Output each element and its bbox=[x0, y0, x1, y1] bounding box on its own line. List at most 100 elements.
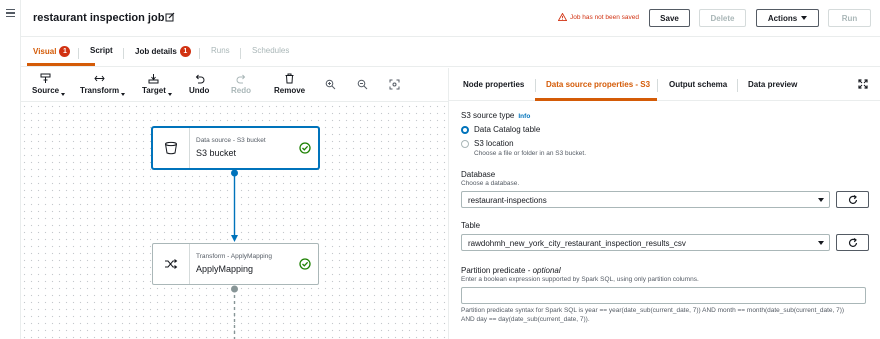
tab-data-source-properties[interactable]: Data source properties - S3 bbox=[546, 80, 650, 89]
unsaved-warning: Job has not been saved bbox=[558, 13, 639, 21]
expand-icon[interactable] bbox=[858, 79, 868, 89]
table-label: Table bbox=[461, 221, 481, 230]
edit-title-icon[interactable] bbox=[165, 12, 175, 22]
check-circle-icon bbox=[299, 142, 311, 154]
caret-down-icon bbox=[801, 16, 808, 20]
tab-script[interactable]: Script bbox=[90, 46, 113, 55]
canvas-toolbar: Source Transform Target Undo Redo Remove bbox=[21, 68, 448, 102]
caret-down-icon bbox=[121, 93, 126, 96]
target-label: Target bbox=[142, 86, 166, 95]
database-description: Choose a database. bbox=[461, 180, 520, 187]
job-header: restaurant inspection job Job has not be… bbox=[21, 0, 880, 37]
remove-label: Remove bbox=[274, 86, 306, 95]
table-value: rawdohmh_new_york_city_restaurant_inspec… bbox=[468, 239, 686, 248]
tab-job-details[interactable]: Job details 1 bbox=[135, 46, 191, 57]
database-label: Database bbox=[461, 170, 496, 179]
target-icon bbox=[148, 74, 159, 84]
panel-divider[interactable] bbox=[448, 68, 449, 339]
active-tab-indicator bbox=[27, 63, 95, 66]
caret-down-icon bbox=[818, 198, 824, 202]
s3-location-description: Choose a file or folder in an S3 bucket. bbox=[474, 150, 587, 157]
job-title: restaurant inspection job bbox=[33, 12, 165, 24]
tab-node-properties[interactable]: Node properties bbox=[463, 80, 524, 89]
tab-divider bbox=[123, 48, 124, 59]
fit-to-screen-icon[interactable] bbox=[389, 79, 400, 90]
remove-button[interactable]: Remove bbox=[274, 73, 305, 95]
radio-s3-location[interactable]: S3 location bbox=[461, 139, 514, 148]
tab-schedules[interactable]: Schedules bbox=[252, 46, 289, 55]
database-value: restaurant-inspections bbox=[468, 196, 547, 205]
node-icon-cell bbox=[153, 128, 190, 168]
trash-icon bbox=[285, 73, 294, 84]
warning-icon bbox=[558, 13, 567, 21]
node-s3-bucket[interactable]: Data source - S3 bucket S3 bucket bbox=[152, 127, 319, 169]
radio-label: S3 location bbox=[474, 139, 514, 148]
partition-hint-line-2: AND day == day(date_sub(current_date, 7)… bbox=[461, 316, 590, 323]
target-button[interactable]: Target bbox=[142, 73, 172, 96]
source-icon bbox=[40, 73, 51, 83]
check-circle-icon bbox=[299, 258, 311, 270]
warning-text: Job has not been saved bbox=[570, 13, 640, 21]
tab-divider bbox=[657, 79, 658, 92]
tab-divider bbox=[240, 48, 241, 59]
transform-button[interactable]: Transform bbox=[80, 73, 126, 96]
radio-unselected[interactable] bbox=[461, 139, 469, 148]
caret-down-icon bbox=[818, 241, 824, 245]
delete-button[interactable]: Delete bbox=[699, 9, 746, 27]
save-button[interactable]: Save bbox=[649, 9, 690, 27]
source-label: Source bbox=[32, 86, 60, 95]
tab-divider bbox=[78, 48, 79, 59]
redo-icon bbox=[236, 74, 245, 84]
zoom-out-icon[interactable] bbox=[357, 79, 368, 90]
refresh-database-button[interactable] bbox=[836, 191, 869, 208]
bucket-icon bbox=[165, 141, 177, 155]
job-tabs: Visual 1 Script Job details 1 Runs Sched… bbox=[21, 37, 880, 67]
partition-label-text: Partition predicate bbox=[461, 266, 526, 275]
partition-predicate-label: Partition predicate - optional bbox=[461, 266, 561, 275]
radio-data-catalog[interactable]: Data Catalog table bbox=[461, 125, 540, 134]
active-tab-indicator bbox=[535, 98, 657, 101]
radio-selected[interactable] bbox=[461, 125, 469, 134]
node-icon-cell bbox=[153, 244, 190, 284]
database-select[interactable]: restaurant-inspections bbox=[461, 191, 830, 208]
tab-divider bbox=[199, 48, 200, 59]
tab-output-schema[interactable]: Output schema bbox=[669, 80, 727, 89]
refresh-icon bbox=[848, 194, 857, 204]
undo-button[interactable]: Undo bbox=[189, 73, 209, 95]
tab-data-preview[interactable]: Data preview bbox=[748, 80, 797, 89]
tab-visual[interactable]: Visual 1 bbox=[33, 46, 71, 57]
undo-label: Undo bbox=[189, 86, 210, 95]
partition-description: Enter a boolean expression supported by … bbox=[461, 276, 699, 283]
shuffle-icon bbox=[165, 259, 178, 269]
refresh-table-button[interactable] bbox=[836, 234, 869, 251]
zoom-in-icon[interactable] bbox=[325, 79, 336, 90]
side-nav-strip bbox=[0, 0, 21, 339]
hamburger-menu-icon[interactable] bbox=[6, 9, 15, 19]
properties-tabs: Node properties Data source properties -… bbox=[449, 68, 880, 101]
tab-divider bbox=[737, 79, 738, 92]
error-badge: 1 bbox=[59, 46, 71, 57]
node-apply-mapping[interactable]: Transform - ApplyMapping ApplyMapping bbox=[152, 243, 319, 285]
tab-label: Job details bbox=[135, 47, 177, 56]
caret-down-icon bbox=[167, 93, 172, 96]
transform-icon bbox=[94, 75, 105, 82]
table-select[interactable]: rawdohmh_new_york_city_restaurant_inspec… bbox=[461, 234, 830, 251]
actions-dropdown[interactable]: Actions bbox=[756, 9, 819, 27]
partition-predicate-input[interactable] bbox=[461, 287, 866, 304]
actions-label: Actions bbox=[767, 13, 798, 23]
tab-label: Visual bbox=[33, 47, 57, 56]
info-link[interactable]: Info bbox=[518, 113, 530, 120]
error-badge: 1 bbox=[179, 46, 191, 57]
tab-runs[interactable]: Runs bbox=[211, 46, 230, 55]
optional-tag: optional bbox=[532, 266, 561, 275]
source-type-text: S3 source type bbox=[461, 111, 515, 120]
source-button[interactable]: Source bbox=[32, 73, 66, 96]
run-button[interactable]: Run bbox=[828, 9, 871, 27]
source-type-label: S3 source type Info bbox=[461, 111, 530, 120]
redo-label: Redo bbox=[231, 86, 251, 95]
partition-hint-line-1: Partition predicate syntax for Spark SQL… bbox=[461, 307, 845, 314]
redo-button[interactable]: Redo bbox=[231, 73, 251, 95]
radio-label: Data Catalog table bbox=[474, 125, 541, 134]
undo-icon bbox=[195, 74, 205, 84]
tab-divider bbox=[535, 79, 536, 92]
